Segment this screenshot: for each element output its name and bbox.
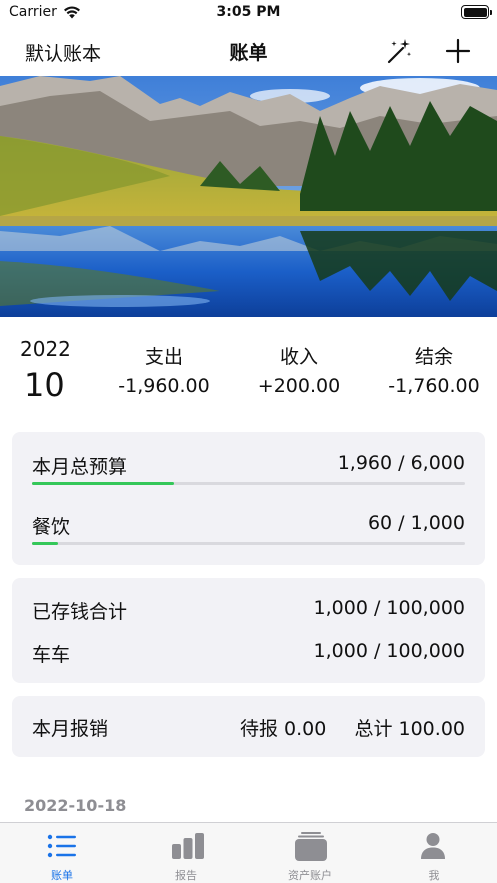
budget-row-dining[interactable]: 餐饮 60 / 1,000 bbox=[32, 512, 465, 539]
list-icon bbox=[47, 834, 76, 858]
reimburse-values: 待报 0.00 总计 100.00 bbox=[240, 714, 465, 741]
savings-car-value: 1,000 / 100,000 bbox=[313, 640, 465, 662]
budget-total-progress bbox=[32, 482, 465, 485]
tab-assets-label: 资产账户 bbox=[288, 869, 332, 882]
tab-bills[interactable]: 账单 bbox=[0, 823, 124, 883]
tab-report[interactable]: 报告 bbox=[124, 823, 248, 883]
reimburse-total: 总计 100.00 bbox=[354, 718, 465, 740]
month-summary: 2022 10 支出 -1,960.00 收入 +200.00 结余 -1,76… bbox=[0, 330, 497, 410]
page-title: 账单 bbox=[229, 42, 268, 64]
reimburse-row[interactable]: 本月报销 待报 0.00 总计 100.00 bbox=[32, 714, 465, 741]
reimburse-label: 本月报销 bbox=[32, 718, 109, 740]
person-icon bbox=[421, 833, 445, 859]
summary-month[interactable]: 10 bbox=[24, 366, 65, 404]
reimburse-pending: 待报 0.00 bbox=[240, 718, 327, 740]
tab-assets[interactable]: 资产账户 bbox=[248, 823, 372, 883]
summary-year[interactable]: 2022 bbox=[20, 337, 71, 361]
budget-row-total[interactable]: 本月总预算 1,960 / 6,000 bbox=[32, 452, 465, 479]
budget-dining-label: 餐饮 bbox=[32, 516, 71, 538]
battery-icon bbox=[461, 5, 492, 19]
reimburse-card[interactable]: 本月报销 待报 0.00 总计 100.00 bbox=[12, 696, 485, 757]
budget-dining-progress bbox=[32, 542, 465, 545]
budget-total-progress-fill bbox=[32, 482, 174, 485]
banner-image bbox=[0, 76, 497, 317]
nav-bar: 默认账本 账单 bbox=[0, 26, 497, 76]
bar-chart-icon bbox=[172, 833, 204, 859]
date-section-header: 2022-10-18 bbox=[24, 796, 127, 815]
savings-car-label: 车车 bbox=[32, 644, 71, 666]
savings-total-value: 1,000 / 100,000 bbox=[313, 597, 465, 619]
status-time: 3:05 PM bbox=[216, 4, 281, 20]
budget-total-value: 1,960 / 6,000 bbox=[337, 452, 465, 474]
balance-summary: 结余 -1,760.00 bbox=[364, 342, 497, 397]
add-icon[interactable] bbox=[444, 37, 472, 65]
landscape-illustration bbox=[0, 76, 497, 317]
expense-value: -1,960.00 bbox=[118, 375, 210, 397]
balance-label: 结余 bbox=[414, 346, 453, 368]
tab-report-label: 报告 bbox=[175, 869, 197, 882]
balance-value: -1,760.00 bbox=[388, 375, 480, 397]
tab-me[interactable]: 我 bbox=[372, 823, 496, 883]
tab-bills-label: 账单 bbox=[51, 869, 73, 882]
savings-row-car[interactable]: 车车 1,000 / 100,000 bbox=[32, 640, 465, 667]
budget-dining-progress-fill bbox=[32, 542, 58, 545]
expense-summary: 支出 -1,960.00 bbox=[94, 342, 234, 397]
magic-wand-icon[interactable] bbox=[384, 36, 414, 66]
tab-me-label: 我 bbox=[428, 869, 440, 882]
wallet-stack-icon bbox=[295, 832, 327, 861]
income-value: +200.00 bbox=[257, 375, 341, 397]
expense-label: 支出 bbox=[144, 346, 183, 368]
budget-card[interactable]: 本月总预算 1,960 / 6,000 餐饮 60 / 1,000 bbox=[12, 432, 485, 565]
status-bar: Carrier 3:05 PM bbox=[0, 0, 497, 26]
tab-bar: 账单 报告 资产账户 我 bbox=[0, 822, 497, 883]
income-summary: 收入 +200.00 bbox=[229, 342, 369, 397]
savings-card[interactable]: 已存钱合计 1,000 / 100,000 车车 1,000 / 100,000 bbox=[12, 578, 485, 683]
savings-total-label: 已存钱合计 bbox=[32, 601, 128, 623]
budget-dining-value: 60 / 1,000 bbox=[367, 512, 465, 534]
budget-total-label: 本月总预算 bbox=[32, 456, 128, 478]
income-label: 收入 bbox=[279, 346, 318, 368]
savings-row-total[interactable]: 已存钱合计 1,000 / 100,000 bbox=[32, 597, 465, 624]
